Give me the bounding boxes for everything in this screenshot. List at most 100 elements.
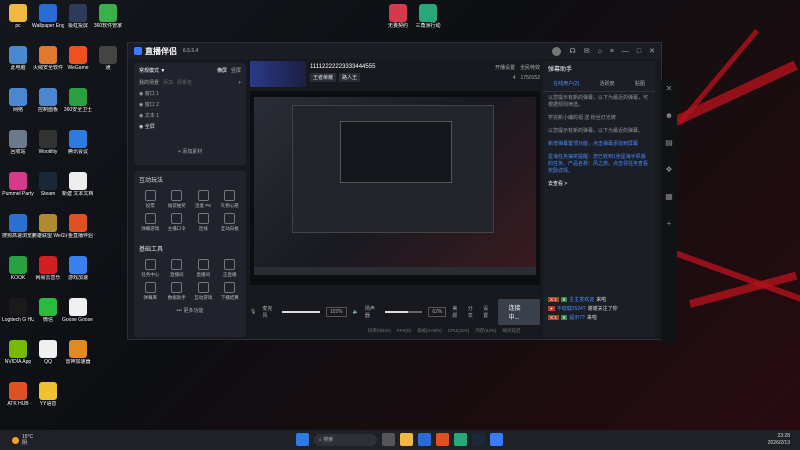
- weather-widget[interactable]: 15°C 阴: [12, 434, 33, 446]
- desktop-icon[interactable]: YY语音: [32, 382, 64, 407]
- desktop-icon[interactable]: Logitech G HUB: [2, 298, 34, 323]
- tool-item[interactable]: 礼物心愿: [217, 190, 244, 209]
- add-scene-icon[interactable]: +: [238, 80, 241, 86]
- task-view-icon[interactable]: [382, 433, 395, 446]
- tool-item[interactable]: 福袋抽奖: [164, 190, 191, 209]
- danmaku-highlight[interactable]: 新增弹幕置顶功能，点击弹幕添加到屏幕: [543, 138, 655, 151]
- desktop-icon[interactable]: ATK HUB: [2, 382, 34, 407]
- tool-item[interactable]: 主播口令: [164, 213, 191, 232]
- beauty-button[interactable]: 美颜: [452, 305, 461, 319]
- maximize-icon[interactable]: □: [637, 48, 641, 55]
- desktop-icon[interactable]: 通: [92, 46, 124, 71]
- scene-tab-name[interactable]: 场景名: [177, 79, 192, 86]
- desktop-icon[interactable]: 新建 文本文档 (2): [62, 172, 94, 197]
- desktop-icon[interactable]: 火绒安全软件: [32, 46, 64, 71]
- desktop-icon[interactable]: 此电脑: [2, 46, 34, 71]
- stream-settings-button[interactable]: 开播设置: [495, 64, 515, 71]
- steam-taskbar-icon[interactable]: [472, 433, 485, 446]
- desktop-icon[interactable]: QQ: [32, 340, 64, 365]
- desktop-icon[interactable]: 360安全卫士: [62, 88, 94, 113]
- desktop-icon-delta-force[interactable]: 三角洲行动: [411, 4, 445, 29]
- more-functions-button[interactable]: ••• 更多功能: [134, 307, 246, 314]
- tool-item[interactable]: 互动白板: [217, 213, 244, 232]
- view-button[interactable]: 去查看 >: [543, 178, 655, 191]
- tool-item[interactable]: 直播间: [164, 259, 191, 278]
- desktop-icon[interactable]: 极虹投屏: [62, 4, 94, 29]
- tool-item[interactable]: 弹幕游戏: [137, 213, 164, 232]
- grid-icon[interactable]: ▦: [665, 192, 673, 201]
- tool-item[interactable]: 下播结算: [217, 282, 244, 301]
- chat-username[interactable]: 提示7?: [569, 314, 585, 321]
- chat-message[interactable]: ● 不稳健2524? 谢谢关注了你: [543, 304, 655, 313]
- close-icon[interactable]: ✕: [649, 47, 655, 55]
- desktop-icon[interactable]: Steam: [32, 172, 64, 197]
- tool-item[interactable]: 互动游戏: [190, 282, 217, 301]
- desktop-icon[interactable]: 英雄联盟 WeGame版: [32, 214, 64, 239]
- scene-tab-add[interactable]: 添加: [163, 79, 173, 86]
- chat-icon[interactable]: ▤: [665, 138, 673, 147]
- source-item[interactable]: ◉ 文本 1: [134, 110, 246, 121]
- desktop-icon[interactable]: 腾讯会议: [62, 130, 94, 155]
- tab-portrait[interactable]: 竖屏: [231, 67, 241, 74]
- file-explorer-icon[interactable]: [400, 433, 413, 446]
- desktop-icon[interactable]: WeGame: [62, 46, 94, 71]
- desktop-icon[interactable]: Pummel Party: [2, 172, 34, 197]
- stream-preview[interactable]: [250, 91, 540, 285]
- tool-item[interactable]: 连线: [190, 213, 217, 232]
- avatar[interactable]: [552, 46, 562, 56]
- effects-button[interactable]: 全民特效: [520, 64, 540, 71]
- chat-message[interactable]: X 1 8 主主发欢迎 来啦: [543, 295, 655, 304]
- start-live-button[interactable]: 连接中...: [498, 299, 540, 325]
- desktop-icon[interactable]: KOOK: [2, 256, 34, 281]
- tag-category[interactable]: 路人王: [339, 73, 361, 82]
- message-icon[interactable]: ✉: [584, 47, 590, 55]
- desktop-icon[interactable]: pc: [2, 4, 34, 29]
- desktop-icon[interactable]: 控制面板: [32, 88, 64, 113]
- desktop-icon[interactable]: 游戏加速: [62, 256, 94, 281]
- user-icon[interactable]: ☻: [665, 111, 673, 120]
- tool-item[interactable]: 连麦 PK: [190, 190, 217, 209]
- add-material-button[interactable]: + 添加素材: [178, 148, 202, 155]
- desktop-icon[interactable]: 微信: [32, 298, 64, 323]
- tab-stickers[interactable]: 贴图: [635, 80, 645, 87]
- speaker-slider[interactable]: [384, 311, 423, 313]
- search-box[interactable]: ⌕ 搜索: [314, 433, 377, 446]
- source-item[interactable]: ◉ 全屏: [134, 121, 246, 132]
- shirt-icon[interactable]: ⌂: [598, 48, 602, 55]
- start-icon[interactable]: [296, 433, 309, 446]
- settings-button[interactable]: 设置: [483, 305, 492, 319]
- app-icon[interactable]: [436, 433, 449, 446]
- task-reminder[interactable]: 星海任务抽奖提醒：您已收到1张星海手机版的任务，产品名称：风之旅。点击领任务查看…: [543, 151, 655, 178]
- tab-online-users[interactable]: 在线用户(2): [553, 80, 579, 87]
- desktop-icon[interactable]: 斗鱼直播伴侣: [62, 214, 94, 239]
- desktop-icon-valorant[interactable]: 无畏契约: [381, 4, 415, 29]
- cover-thumbnail[interactable]: [250, 61, 306, 87]
- live-companion-taskbar-icon[interactable]: [490, 433, 503, 446]
- tool-item[interactable]: 弹幕库: [137, 282, 164, 301]
- chat-message[interactable]: X 1 8 提示7? 来啦: [543, 313, 655, 322]
- speaker-icon[interactable]: 🔈: [353, 309, 359, 315]
- desktop-icon[interactable]: 网易云音乐: [32, 256, 64, 281]
- desktop-icon[interactable]: Wootility: [32, 130, 64, 155]
- mode-selector[interactable]: 常规模式 ▼: [139, 67, 165, 74]
- delta-force-taskbar-icon[interactable]: [454, 433, 467, 446]
- gift-icon[interactable]: ❖: [665, 165, 672, 174]
- source-item[interactable]: ◉ 窗口 1: [134, 88, 246, 99]
- share-button[interactable]: 分享: [468, 305, 477, 319]
- desktop-icon[interactable]: 搜狗高速浏览器: [2, 214, 34, 239]
- desktop-icon[interactable]: 雷神加速器: [62, 340, 94, 365]
- tab-landscape[interactable]: 横屏: [217, 67, 227, 74]
- close-icon[interactable]: ✕: [666, 84, 673, 93]
- desktop-icon[interactable]: 回收站: [2, 130, 34, 155]
- mic-slider[interactable]: [282, 311, 320, 313]
- tool-item[interactable]: 正直播: [217, 259, 244, 278]
- browser-icon[interactable]: [418, 433, 431, 446]
- desktop-icon[interactable]: Wallpaper Engine: ...: [32, 4, 64, 29]
- clock[interactable]: 23:28 2026/2/13: [768, 433, 790, 447]
- tab-activity[interactable]: 活跃度: [600, 80, 615, 87]
- minimize-icon[interactable]: —: [622, 48, 629, 55]
- mic-icon[interactable]: 🎙: [250, 309, 256, 315]
- desktop-icon[interactable]: 网络: [2, 88, 34, 113]
- tag-game[interactable]: 王者荣耀: [310, 73, 337, 82]
- tool-item[interactable]: 直播间: [190, 259, 217, 278]
